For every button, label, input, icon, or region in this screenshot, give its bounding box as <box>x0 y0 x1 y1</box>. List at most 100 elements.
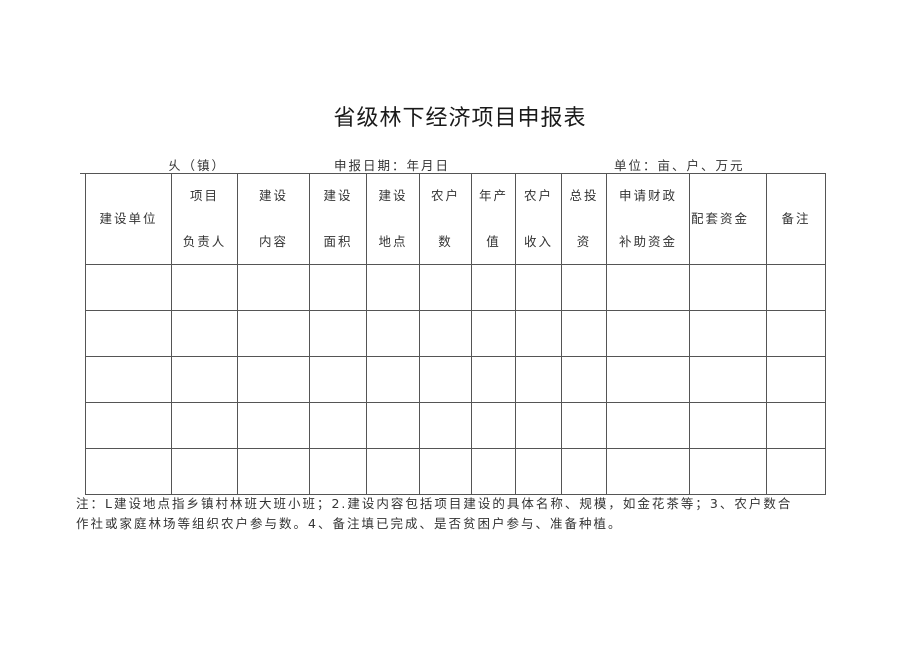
table-cell[interactable] <box>171 356 238 403</box>
table-cell[interactable] <box>237 310 310 357</box>
header-cell: 建设 内容 <box>237 173 310 265</box>
table-cell[interactable] <box>419 402 472 449</box>
table-row <box>85 356 826 403</box>
table-cell[interactable] <box>689 448 767 495</box>
table-cell[interactable] <box>471 356 516 403</box>
table-cell[interactable] <box>561 310 607 357</box>
table-cell[interactable] <box>419 264 472 311</box>
header-text: 面积 <box>323 233 353 249</box>
table-cell[interactable] <box>515 356 562 403</box>
table-cell[interactable] <box>237 402 310 449</box>
header-cell: 总投资 <box>561 173 607 265</box>
table-row <box>85 264 826 311</box>
header-text: 建设 <box>378 188 408 203</box>
table-cell[interactable] <box>689 310 767 357</box>
table-cell[interactable] <box>606 402 690 449</box>
table-cell[interactable] <box>766 310 826 357</box>
table-cell[interactable] <box>606 448 690 495</box>
header-cell: 备注 <box>766 173 826 265</box>
table-cell[interactable] <box>171 448 238 495</box>
table-cell[interactable] <box>766 448 826 495</box>
table-cell[interactable] <box>85 310 172 357</box>
header-text: 数 <box>438 233 453 249</box>
header-row: 建设单位 项目 负责人 建设 内容 建设 面积 建设 地点 农户数 年产值 农户 收入 总… <box>85 173 826 265</box>
table-cell[interactable] <box>366 402 420 449</box>
footnote-line: 注：L建设地点指乡镇村林班大班小班；2.建设内容包括项目建设的具体名称、规模，如… <box>76 496 793 511</box>
application-table: 建设单位 项目 负责人 建设 内容 建设 面积 建设 地点 农户数 年产值 农户 收入 总… <box>85 173 826 495</box>
table-cell[interactable] <box>606 356 690 403</box>
table-cell[interactable] <box>85 356 172 403</box>
table-cell[interactable] <box>689 356 767 403</box>
table-cell[interactable] <box>85 264 172 311</box>
header-text: 收入 <box>523 233 553 249</box>
table-cell[interactable] <box>237 356 310 403</box>
table-cell[interactable] <box>515 310 562 357</box>
table-cell[interactable] <box>419 448 472 495</box>
table-cell[interactable] <box>689 402 767 449</box>
table-cell[interactable] <box>515 402 562 449</box>
header-text: 负责人 <box>182 233 227 249</box>
table-cell[interactable] <box>85 448 172 495</box>
table-cell[interactable] <box>171 264 238 311</box>
table-cell[interactable] <box>237 448 310 495</box>
table-cell[interactable] <box>471 310 516 357</box>
township-field: 乆（镇） <box>80 155 226 174</box>
header-cell: 申请财政 补助资金 <box>606 173 690 265</box>
header-text: 建设 <box>323 188 353 203</box>
table-cell[interactable] <box>171 310 238 357</box>
header-cell: 配套资金 <box>689 173 767 265</box>
table-cell[interactable] <box>766 356 826 403</box>
header-cell: 建设 地点 <box>366 173 420 265</box>
header-text: 申请财政 <box>618 188 677 203</box>
table-row <box>85 310 826 357</box>
table-cell[interactable] <box>237 264 310 311</box>
table-cell[interactable] <box>366 310 420 357</box>
header-cell: 项目 负责人 <box>171 173 238 265</box>
form-title: 省级林下经济项目申报表 <box>333 106 587 131</box>
table-cell[interactable] <box>366 448 420 495</box>
unit-label: 单位：亩、户、万元 <box>614 158 745 173</box>
table-cell[interactable] <box>419 356 472 403</box>
header-text: 备注 <box>781 210 811 226</box>
header-text: 建设单位 <box>99 210 158 226</box>
table-cell[interactable] <box>515 448 562 495</box>
table-cell[interactable] <box>561 356 607 403</box>
table-cell[interactable] <box>85 402 172 449</box>
table-cell[interactable] <box>366 264 420 311</box>
header-text: 总投 <box>569 188 599 203</box>
table-cell[interactable] <box>309 264 367 311</box>
header-text: 年产 <box>478 188 508 203</box>
table-cell[interactable] <box>606 264 690 311</box>
table-cell[interactable] <box>366 356 420 403</box>
township-label: 乆（镇） <box>168 158 227 173</box>
table-cell[interactable] <box>419 310 472 357</box>
table-cell[interactable] <box>471 402 516 449</box>
header-text: 内容 <box>258 233 288 249</box>
header-text: 值 <box>486 233 501 249</box>
header-text: 农户 <box>523 188 553 203</box>
table-cell[interactable] <box>309 310 367 357</box>
table-cell[interactable] <box>471 264 516 311</box>
table-cell[interactable] <box>309 448 367 495</box>
table-cell[interactable] <box>515 264 562 311</box>
header-cell: 农户 收入 <box>515 173 562 265</box>
header-cell: 年产值 <box>471 173 516 265</box>
table-cell[interactable] <box>171 402 238 449</box>
table-row <box>85 402 826 449</box>
table-cell[interactable] <box>766 402 826 449</box>
header-cell: 农户数 <box>419 173 472 265</box>
footnote-line: 作社或家庭林场等组织农户参与数。4、备注填已完成、是否贫困户参与、准备种植。 <box>76 516 623 531</box>
table-cell[interactable] <box>606 310 690 357</box>
table-cell[interactable] <box>309 402 367 449</box>
table-cell[interactable] <box>561 264 607 311</box>
footnote: 注：L建设地点指乡镇村林班大班小班；2.建设内容包括项目建设的具体名称、规模，如… <box>76 494 796 534</box>
table-cell[interactable] <box>309 356 367 403</box>
table-cell[interactable] <box>561 448 607 495</box>
table-cell[interactable] <box>689 264 767 311</box>
table-cell[interactable] <box>471 448 516 495</box>
table-cell[interactable] <box>561 402 607 449</box>
table-cell[interactable] <box>766 264 826 311</box>
table-row <box>85 448 826 495</box>
header-text: 补助资金 <box>618 233 677 249</box>
report-date: 申报日期：年月日 <box>334 158 451 173</box>
